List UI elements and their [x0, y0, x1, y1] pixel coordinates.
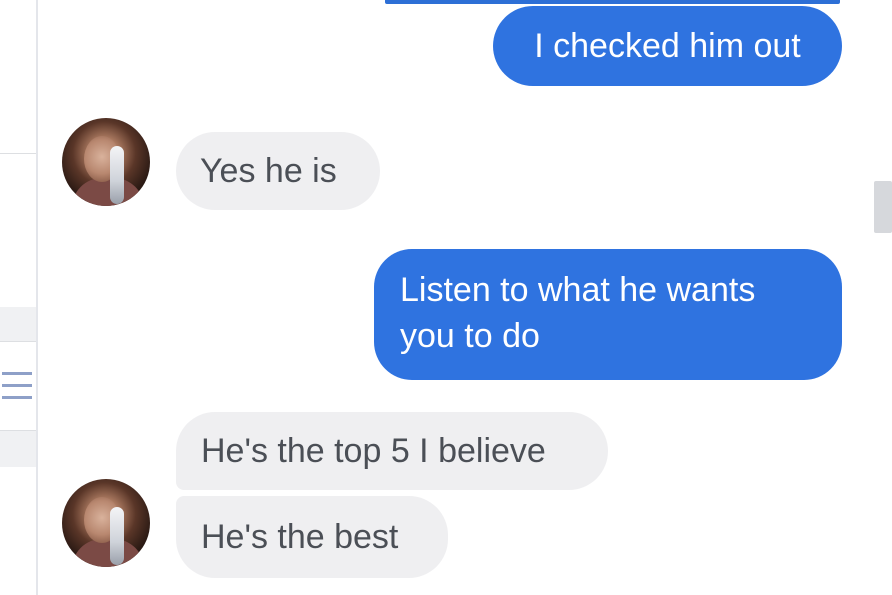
divider — [0, 153, 36, 154]
contact-avatar[interactable] — [62, 118, 150, 206]
avatar-photo-microphone — [110, 507, 124, 565]
outgoing-message[interactable]: Listen to what he wants you to do — [374, 249, 842, 380]
scrollbar[interactable] — [872, 0, 892, 595]
avatar-photo-shirt — [72, 178, 144, 206]
messenger-chat-window: I checked him out Yes he is Listen to wh… — [0, 0, 892, 595]
outgoing-message[interactable]: I checked him out — [493, 6, 842, 86]
menu-icon[interactable] — [2, 368, 34, 404]
contact-avatar[interactable] — [62, 479, 150, 567]
incoming-message[interactable]: He's the best — [176, 496, 448, 578]
scrollbar-thumb[interactable] — [874, 181, 892, 233]
background-app-edge — [0, 0, 36, 595]
avatar-photo-shirt — [72, 539, 144, 567]
incoming-message[interactable]: Yes he is — [176, 132, 380, 210]
avatar-photo-microphone — [110, 146, 124, 204]
previous-outgoing-bubble-edge — [385, 0, 840, 4]
incoming-message[interactable]: He's the top 5 I believe — [176, 412, 608, 490]
